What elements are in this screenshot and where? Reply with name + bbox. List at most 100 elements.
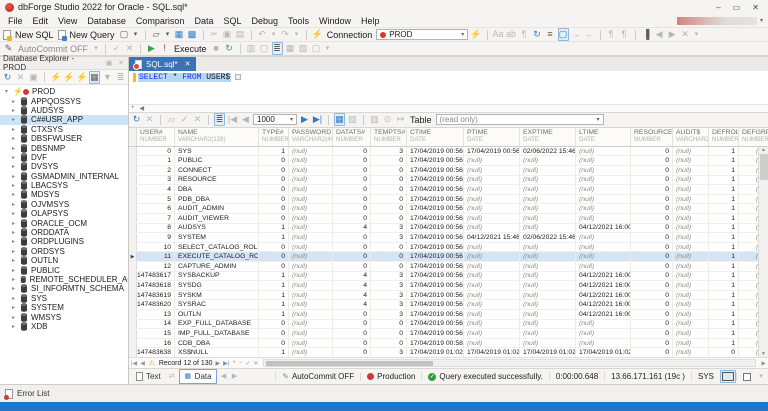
grid-cell[interactable]: (null) bbox=[673, 204, 709, 213]
refresh-document-icon[interactable]: ↻ bbox=[532, 29, 543, 40]
grid-row[interactable]: 2147483638XS$NULL1(null)0317/04/2019 01:… bbox=[129, 348, 768, 357]
grid-cell[interactable]: 0 bbox=[631, 281, 673, 290]
grid-cell[interactable]: 1 bbox=[709, 156, 739, 165]
tab-close-icon[interactable]: ✕ bbox=[185, 60, 191, 68]
expand-icon[interactable]: ▸ bbox=[10, 210, 17, 217]
splitter-add-icon[interactable]: + bbox=[131, 105, 135, 111]
grid-refresh-icon[interactable]: ↻ bbox=[131, 114, 142, 125]
explorer-delete-icon[interactable]: ✕ bbox=[15, 72, 26, 83]
bookmark-icon[interactable]: ▐ bbox=[641, 29, 652, 40]
grid-cell[interactable]: (null) bbox=[464, 329, 520, 338]
grid-cell[interactable]: 0 bbox=[631, 204, 673, 213]
grid-cell[interactable]: 4 bbox=[333, 224, 371, 233]
grid-cell[interactable]: 4 bbox=[137, 185, 175, 194]
grid-cell[interactable]: 0 bbox=[333, 156, 371, 165]
grid-cell[interactable]: 0 bbox=[371, 252, 407, 261]
grid-cell[interactable]: 1 bbox=[137, 156, 175, 165]
grid-cell[interactable]: 0 bbox=[333, 339, 371, 348]
grid-cell[interactable]: (null) bbox=[673, 291, 709, 300]
grid-cell[interactable]: (null) bbox=[576, 233, 631, 242]
grid-cell[interactable]: 0 bbox=[631, 272, 673, 281]
grid-cell[interactable]: 17/04/2019 00:56:32 bbox=[464, 147, 520, 156]
grid-cell[interactable]: 0 bbox=[631, 147, 673, 156]
grid-cell[interactable]: AUDSYS bbox=[175, 224, 259, 233]
grid-cell[interactable]: AUDIT_ADMIN bbox=[175, 204, 259, 213]
card-view-icon[interactable]: ▧ bbox=[347, 114, 358, 125]
page-size-caret-icon[interactable]: ▾ bbox=[290, 116, 293, 123]
grid-cell[interactable]: 1 bbox=[709, 281, 739, 290]
grid-cell[interactable]: 04/12/2021 16:00:12 bbox=[576, 224, 631, 233]
split-vertical-icon[interactable]: ▧ bbox=[298, 43, 309, 54]
grid-cell[interactable]: 1 bbox=[709, 224, 739, 233]
grid-cell[interactable]: 4 bbox=[333, 281, 371, 290]
column-header-datats[interactable]: DATATS#NUMBER bbox=[333, 128, 371, 146]
row-selector[interactable] bbox=[129, 320, 137, 329]
grid-cell[interactable]: 04/12/2021 15:46:53 bbox=[464, 233, 520, 242]
grid-cell[interactable]: 0 bbox=[333, 214, 371, 223]
grid-cell[interactable]: 0 bbox=[631, 243, 673, 252]
run-icon[interactable]: ▶ bbox=[146, 43, 157, 54]
grid-cell[interactable]: (null) bbox=[289, 224, 333, 233]
restore-button[interactable]: ▭ bbox=[733, 3, 741, 12]
grid-cell[interactable]: 02/06/2022 15:46:53 bbox=[520, 147, 576, 156]
prev-page-icon[interactable]: ◀ bbox=[240, 114, 251, 125]
menu-help[interactable]: Help bbox=[356, 16, 385, 26]
grid-row[interactable]: 14EXP_FULL_DATABASE0(null)0017/04/2019 0… bbox=[129, 320, 768, 330]
grid-cell[interactable]: 0 bbox=[631, 156, 673, 165]
autocommit-toggle[interactable]: AutoCommit OFF bbox=[16, 44, 90, 54]
grid-cell[interactable]: 0 bbox=[631, 329, 673, 338]
menu-debug[interactable]: Debug bbox=[246, 16, 283, 26]
grid-cancel-icon[interactable]: ✕ bbox=[144, 114, 155, 125]
paging-toggle-icon[interactable]: ≣ bbox=[214, 113, 225, 126]
grid-cell[interactable]: (null) bbox=[289, 204, 333, 213]
session-monitor-icon[interactable] bbox=[720, 370, 736, 383]
grid-cell[interactable]: 0 bbox=[259, 339, 289, 348]
grid-cell[interactable]: 7 bbox=[137, 214, 175, 223]
new-document-caret-icon[interactable]: ▾ bbox=[132, 29, 140, 40]
grid-cell[interactable]: (null) bbox=[520, 329, 576, 338]
grid-cell[interactable]: 1 bbox=[709, 262, 739, 271]
grid-cell[interactable]: (null) bbox=[289, 339, 333, 348]
grid-cell[interactable]: (null) bbox=[520, 291, 576, 300]
grid-cell[interactable]: 0 bbox=[631, 214, 673, 223]
grid-cell[interactable]: SELECT_CATALOG_ROLE bbox=[175, 243, 259, 252]
grid-cell[interactable]: SYS bbox=[175, 147, 259, 156]
find-in-grid-icon[interactable]: ⊙ bbox=[382, 114, 393, 125]
grid-cell[interactable]: 0 bbox=[631, 348, 673, 357]
grid-cell[interactable]: (null) bbox=[673, 185, 709, 194]
grid-cell[interactable]: 0 bbox=[631, 252, 673, 261]
grid-cell[interactable]: 0 bbox=[333, 233, 371, 242]
grid-cell[interactable]: 0 bbox=[371, 166, 407, 175]
grid-cell[interactable]: 3 bbox=[371, 224, 407, 233]
grid-cell[interactable]: SYSKM bbox=[175, 291, 259, 300]
grid-cell[interactable]: 3 bbox=[371, 310, 407, 319]
column-header-user[interactable]: USER#NUMBER bbox=[137, 128, 175, 146]
row-selector[interactable] bbox=[129, 176, 137, 185]
grid-cell[interactable]: 4 bbox=[333, 272, 371, 281]
tabs-scroll-left-icon[interactable]: ◀ bbox=[220, 371, 228, 382]
grid-cell[interactable]: (null) bbox=[576, 204, 631, 213]
sql-statement[interactable]: SELECT * FROM USER$ bbox=[138, 72, 241, 104]
row-selector[interactable] bbox=[129, 185, 137, 194]
menu-edit[interactable]: Edit bbox=[28, 16, 54, 26]
schema-item-ctxsys[interactable]: ▸CTXSYS bbox=[0, 125, 128, 134]
tabs-scroll-right-icon[interactable]: ▶ bbox=[231, 371, 239, 382]
schema-item-oracle_ocm[interactable]: ▸ORACLE_OCM bbox=[0, 218, 128, 227]
page-size-combo[interactable]: 1000 ▾ bbox=[253, 114, 297, 125]
grid-cell[interactable]: 17/04/2019 00:58:33 bbox=[407, 339, 464, 348]
grid-cell[interactable]: (null) bbox=[289, 195, 333, 204]
expand-icon[interactable]: ▸ bbox=[10, 323, 17, 330]
column-header-tempts[interactable]: TEMPTS#NUMBER bbox=[371, 128, 407, 146]
uncomment-icon[interactable]: ¶ bbox=[619, 29, 630, 40]
tab-data-view[interactable]: ▦ Data bbox=[179, 369, 217, 384]
grid-cell[interactable]: PUBLIC bbox=[175, 156, 259, 165]
schema-item-audsys[interactable]: ▸AUDSYS bbox=[0, 106, 128, 115]
expand-icon[interactable]: ▸ bbox=[10, 295, 17, 302]
grid-cell[interactable]: (null) bbox=[673, 339, 709, 348]
grid-cell[interactable]: (null) bbox=[520, 262, 576, 271]
grid-cell[interactable]: (null) bbox=[520, 156, 576, 165]
grid-cell[interactable]: (null) bbox=[289, 214, 333, 223]
layout-icon[interactable]: ▢ bbox=[311, 43, 322, 54]
grid-cell[interactable]: 1 bbox=[709, 147, 739, 156]
menu-comparison[interactable]: Comparison bbox=[131, 16, 190, 26]
